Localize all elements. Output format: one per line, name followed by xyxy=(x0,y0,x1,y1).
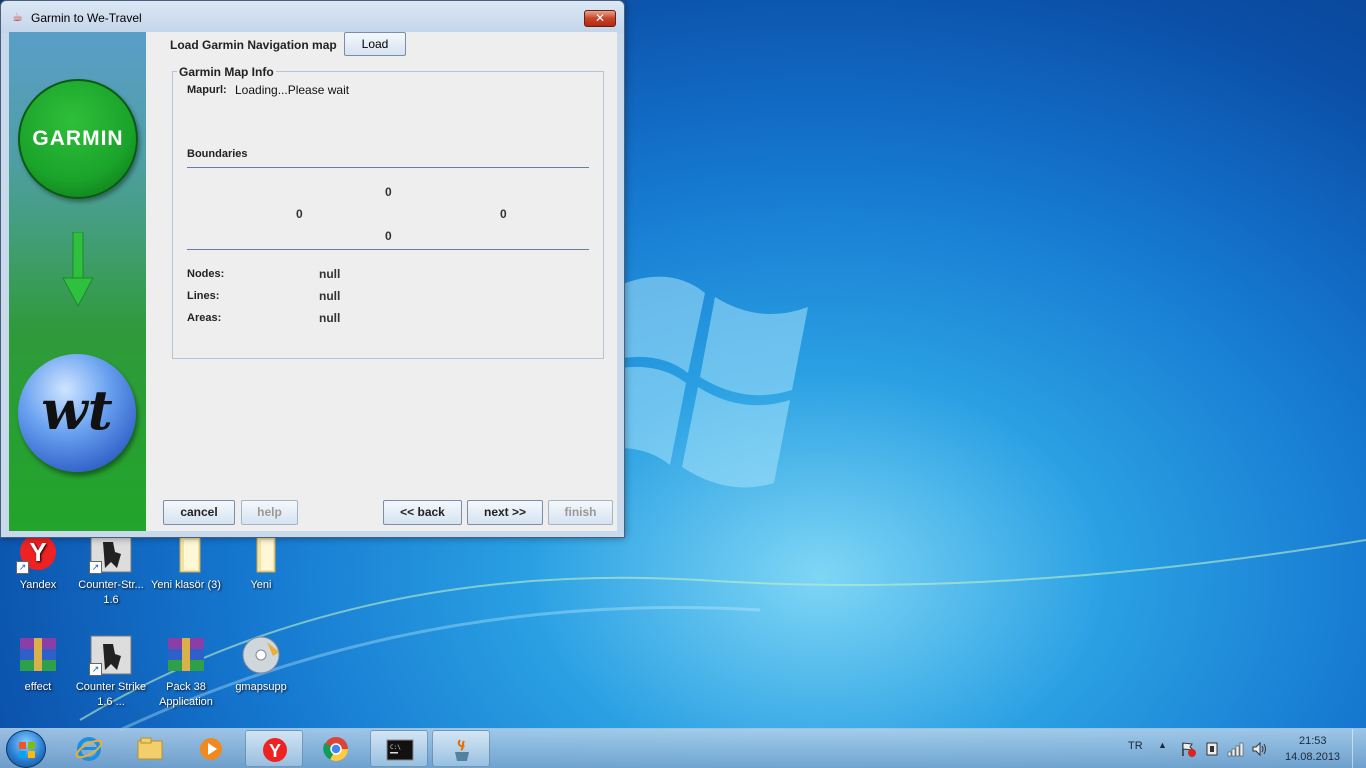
winrar-archive-icon xyxy=(16,634,60,676)
show-hidden-icons-icon[interactable]: ▲ xyxy=(1158,740,1167,750)
finish-button[interactable]: finish xyxy=(548,500,613,525)
app-window: ☕ Garmin to We-Travel ✕ GARMIN wt Load G… xyxy=(0,0,625,538)
windows-flag-icon xyxy=(19,742,35,758)
counter-strike-icon: ↗ xyxy=(89,532,133,574)
help-button[interactable]: help xyxy=(241,500,298,525)
desktop-icon-yeni[interactable]: Yeni xyxy=(223,532,299,593)
yandex-icon: Y ↗ xyxy=(16,532,60,574)
internet-explorer-icon xyxy=(75,737,103,761)
desktop-icon-counter-strike[interactable]: ↗ Counter-Str... 1.6 xyxy=(73,532,149,608)
file-explorer-icon xyxy=(137,737,163,760)
folder-icon xyxy=(239,532,283,574)
device-removal-icon[interactable] xyxy=(1204,741,1220,757)
media-player-icon xyxy=(200,738,222,760)
clock-date[interactable]: 14.08.2013 xyxy=(1285,751,1340,763)
folder-icon xyxy=(164,532,208,574)
nodes-value: null xyxy=(319,267,341,281)
down-arrow-icon xyxy=(62,232,94,307)
taskbar-chrome[interactable] xyxy=(307,730,365,767)
lines-label: Lines: xyxy=(187,290,220,302)
taskbar-file-explorer[interactable] xyxy=(121,730,179,767)
desktop-icon-label: Counter-Str... 1.6 xyxy=(78,579,144,606)
taskbar-java[interactable] xyxy=(432,730,490,767)
winrar-archive-icon xyxy=(164,634,208,676)
group-title: Garmin Map Info xyxy=(177,65,276,79)
wetravel-logo: wt xyxy=(18,354,136,472)
window-titlebar[interactable]: ☕ Garmin to We-Travel ✕ xyxy=(1,1,624,33)
desktop-icon-label: Pack 38 Application xyxy=(159,681,213,708)
wizard-content: GARMIN wt Load Garmin Navigation map Loa… xyxy=(9,32,617,531)
desktop-icon-yeni-klasor-3[interactable]: Yeni klasör (3) xyxy=(148,532,224,593)
command-prompt-icon: C:\ xyxy=(386,739,414,761)
shortcut-arrow-icon: ↗ xyxy=(89,663,102,676)
desktop-icon-pack-38[interactable]: Pack 38 Application xyxy=(148,634,224,710)
svg-text:C:\: C:\ xyxy=(390,744,401,751)
cancel-button[interactable]: cancel xyxy=(163,500,235,525)
language-indicator[interactable]: TR xyxy=(1128,740,1143,752)
boundary-top-value: 0 xyxy=(385,185,392,199)
garmin-logo: GARMIN xyxy=(18,79,138,199)
desktop-icon-label: Yandex xyxy=(19,579,57,591)
desktop-icon-effect[interactable]: effect xyxy=(0,634,76,695)
volume-icon[interactable] xyxy=(1251,741,1269,757)
side-panel: GARMIN wt xyxy=(9,32,146,531)
desktop-icon-label: Yeni klasör (3) xyxy=(151,579,221,591)
network-signal-icon[interactable] xyxy=(1227,741,1245,757)
disc-image-icon xyxy=(239,634,283,676)
boundaries-label: Boundaries xyxy=(187,148,248,160)
clock-time[interactable]: 21:53 xyxy=(1299,735,1327,747)
close-button[interactable]: ✕ xyxy=(584,10,616,27)
svg-text:Y: Y xyxy=(29,537,46,567)
window-title: Garmin to We-Travel xyxy=(31,11,142,25)
load-map-label: Load Garmin Navigation map xyxy=(170,38,337,52)
desktop-icon-label: Counter Strike 1.6 ... xyxy=(75,681,147,708)
yandex-browser-icon: Y xyxy=(263,738,287,762)
action-center-flag-icon[interactable] xyxy=(1180,741,1196,757)
java-icon xyxy=(455,739,469,761)
taskbar-internet-explorer[interactable] xyxy=(60,730,118,767)
taskbar: Y C:\ TR ▲ 21:53 14.08.2013 xyxy=(0,728,1366,768)
next-button[interactable]: next >> xyxy=(467,500,543,525)
counter-strike-icon: ↗ xyxy=(89,634,133,676)
desktop-icon-gmapsupp[interactable]: gmapsupp xyxy=(223,634,299,695)
desktop-icon-label: effect xyxy=(24,681,52,693)
load-button[interactable]: Load xyxy=(344,32,406,56)
taskbar-yandex-browser[interactable]: Y xyxy=(245,730,303,767)
desktop-icon-yandex[interactable]: Y ↗ Yandex xyxy=(0,532,76,593)
desktop-icon-counter-strike-16[interactable]: ↗ Counter Strike 1.6 ... xyxy=(73,634,149,710)
lines-value: null xyxy=(319,289,341,303)
separator xyxy=(187,249,589,250)
chrome-icon xyxy=(323,737,348,762)
show-desktop-button[interactable] xyxy=(1352,729,1366,768)
shortcut-arrow-icon: ↗ xyxy=(16,561,29,574)
java-icon: ☕ xyxy=(12,10,23,24)
back-button[interactable]: << back xyxy=(383,500,462,525)
areas-label: Areas: xyxy=(187,312,222,324)
start-button[interactable] xyxy=(6,730,46,768)
taskbar-command-prompt[interactable]: C:\ xyxy=(370,730,428,767)
areas-value: null xyxy=(319,311,341,325)
boundary-bottom-value: 0 xyxy=(385,229,392,243)
desktop-icon-label: gmapsupp xyxy=(235,681,287,693)
desktop-icon-label: Yeni xyxy=(250,579,272,591)
separator xyxy=(187,167,589,168)
boundary-right-value: 0 xyxy=(500,207,507,221)
garmin-map-info-group: Garmin Map Info Mapurl: Loading...Please… xyxy=(172,65,604,359)
mapurl-value: Loading...Please wait xyxy=(235,83,350,97)
svg-text:Y: Y xyxy=(269,741,281,761)
shortcut-arrow-icon: ↗ xyxy=(89,561,102,574)
nodes-label: Nodes: xyxy=(187,268,225,280)
boundary-left-value: 0 xyxy=(296,207,303,221)
mapurl-label: Mapurl: xyxy=(187,84,227,96)
taskbar-media-player[interactable] xyxy=(182,730,240,767)
